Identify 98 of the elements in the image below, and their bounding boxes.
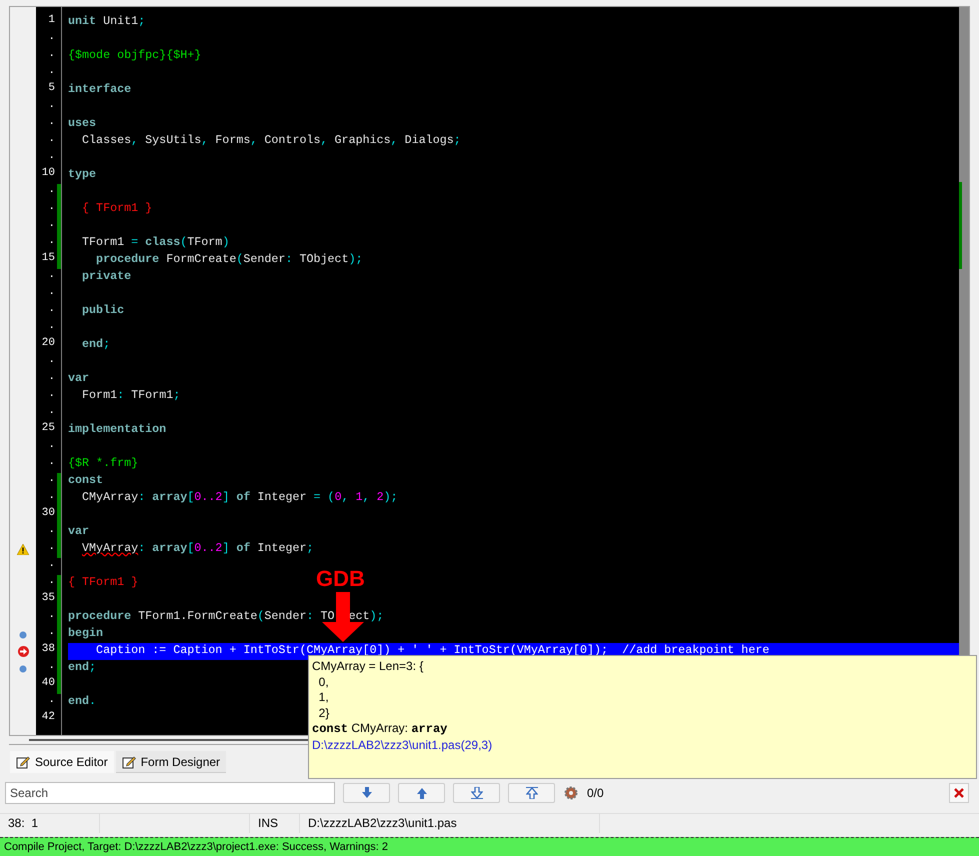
code-line: end; xyxy=(68,660,96,676)
line-number: . xyxy=(47,65,56,79)
code-line: procedure FormCreate(Sender: TObject); xyxy=(95,252,363,268)
line-number: 15 xyxy=(40,252,56,266)
line-number: . xyxy=(47,456,56,470)
file-path: D:\zzzzLAB2\zzz3\unit1.pas xyxy=(300,814,600,834)
cursor-position: 38: 1 xyxy=(0,814,100,834)
line-number: . xyxy=(47,541,56,555)
line-number: . xyxy=(47,201,56,215)
code-line: var xyxy=(68,524,90,540)
line-number: . xyxy=(47,660,56,674)
hint-text: 1, xyxy=(318,690,330,706)
search-field[interactable]: Search xyxy=(5,782,335,804)
arrow-up-bar-icon xyxy=(526,786,538,799)
code-line: var xyxy=(68,371,90,387)
line-number: 30 xyxy=(40,507,56,521)
search-nav-button[interactable] xyxy=(343,782,390,803)
code-line: unit Unit1; xyxy=(68,14,146,30)
line-number: . xyxy=(47,286,56,300)
hint-declaration: const CMyArray: array xyxy=(312,721,448,738)
arrow-up-icon xyxy=(416,786,428,799)
code-line: end. xyxy=(68,694,96,710)
line-number: . xyxy=(47,609,56,623)
line-number: 38 xyxy=(40,643,56,657)
line-number: . xyxy=(47,150,56,164)
compile-message: Compile Project, Target: D:\zzzzLAB2\zzz3\project1.exe: Success, Warnings: 2 xyxy=(0,837,979,856)
pencil-page-icon xyxy=(16,755,30,770)
line-number: . xyxy=(47,524,56,538)
line-number: . xyxy=(47,694,56,708)
settings-icon[interactable] xyxy=(563,784,579,801)
code-line: interface xyxy=(68,82,132,98)
hint-text: 0, xyxy=(318,674,330,690)
editor-tab[interactable]: Form Designer xyxy=(116,751,226,773)
line-number: . xyxy=(47,48,56,62)
close-icon xyxy=(954,788,964,798)
search-nav-button[interactable] xyxy=(453,782,500,803)
line-number: . xyxy=(47,31,56,45)
line-number: . xyxy=(47,575,56,589)
line-number: . xyxy=(47,116,56,130)
code-line: type xyxy=(68,167,96,183)
line-number: 42 xyxy=(40,711,56,725)
breakpoint-arrow-icon[interactable] xyxy=(18,646,28,657)
annotation-label: GDB xyxy=(316,566,365,592)
line-number: . xyxy=(47,354,56,368)
arrow-down-icon xyxy=(360,786,372,799)
line-number: 10 xyxy=(40,167,56,181)
code-line: end; xyxy=(81,337,110,353)
code-line: public xyxy=(81,303,124,319)
line-number: . xyxy=(47,473,56,487)
hint-text: 2} xyxy=(318,706,330,721)
code-line: { TForm1 } xyxy=(68,575,138,591)
code-line: CMyArray: array[0..2] of Integer = (0, 1, 2); xyxy=(81,490,398,506)
code-line: procedure TForm1.FormCreate(Sender: TO ect); xyxy=(68,609,384,625)
code-line: Caption := Caption + IntToStr(CMyArray[0]) + ' ' + IntToStr(VMyArray[0]); //add breakpoint here xyxy=(95,643,770,659)
insert-mode: INS xyxy=(250,814,300,834)
code-line: {$mode objfpc}{$H+} xyxy=(68,48,202,64)
line-number: 35 xyxy=(40,592,56,606)
line-number: . xyxy=(47,133,56,147)
line-number: . xyxy=(47,320,56,334)
line-number: . xyxy=(47,405,56,419)
line-number: 20 xyxy=(40,337,56,351)
search-nav-button[interactable] xyxy=(398,782,445,803)
code-line: Classes, SysUtils, Forms, Controls, Graphics, Dialogs; xyxy=(81,133,461,149)
source-location-link[interactable]: D:\zzzzLAB2\zzz3\unit1.pas(29,3) xyxy=(312,738,973,753)
code-line: begin xyxy=(68,626,104,642)
match-count: 0/0 xyxy=(587,786,604,800)
pencil-page-icon xyxy=(122,754,136,769)
hint-text: CMyArray = Len=3: { xyxy=(312,659,424,674)
code-editor[interactable] xyxy=(9,6,970,736)
code-line: uses xyxy=(68,116,96,132)
search-nav-button[interactable] xyxy=(508,782,555,803)
line-number: . xyxy=(47,558,56,572)
editor-tab[interactable]: Source Editor xyxy=(10,751,114,773)
code-line: const xyxy=(68,473,104,489)
line-number: 1 xyxy=(47,14,56,28)
line-number: . xyxy=(47,303,56,317)
code-line: {$R *.frm} xyxy=(68,456,138,472)
line-number: 5 xyxy=(47,82,56,96)
line-number: . xyxy=(47,388,56,402)
line-number: . xyxy=(47,626,56,640)
close-button[interactable] xyxy=(949,782,969,803)
line-number: . xyxy=(47,439,56,453)
code-line: TForm1 = class(TForm) xyxy=(81,235,230,251)
line-number: . xyxy=(47,99,56,113)
line-number: . xyxy=(47,218,56,232)
arrow-down-bar-icon xyxy=(470,786,482,799)
line-number: . xyxy=(47,184,56,198)
code-line: { TForm1 } xyxy=(81,201,152,217)
line-number: . xyxy=(47,371,56,385)
code-line: implementation xyxy=(68,422,166,438)
line-number: . xyxy=(47,269,56,283)
code-line: private xyxy=(81,269,132,285)
code-line: Form1: TForm1; xyxy=(81,388,180,404)
code-line: VMyArray: array[0..2] of Integer; xyxy=(81,541,314,557)
line-number: . xyxy=(47,235,56,249)
line-number: 40 xyxy=(40,677,56,691)
line-number: 25 xyxy=(40,422,56,436)
line-number: . xyxy=(47,490,56,504)
